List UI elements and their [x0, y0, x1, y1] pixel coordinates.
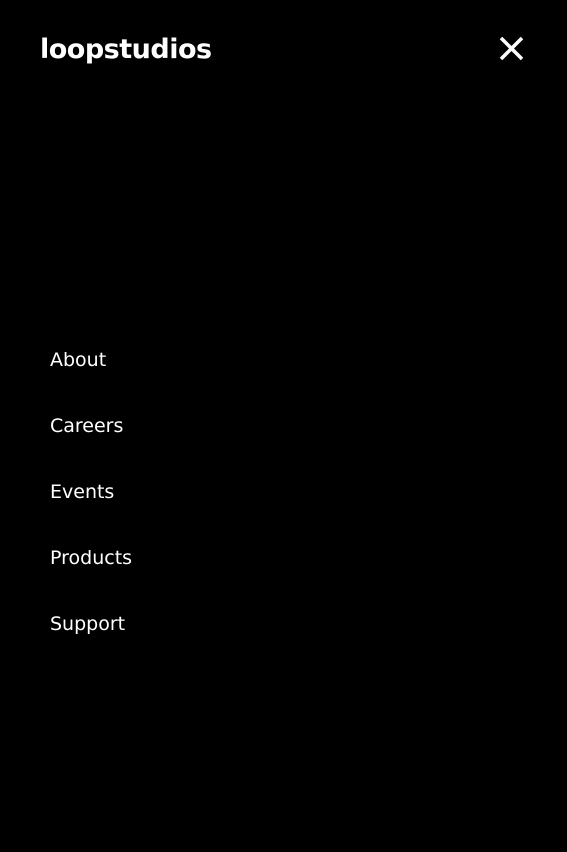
- menu-item-careers[interactable]: Careers: [50, 410, 132, 442]
- menu-item-about[interactable]: About: [50, 344, 132, 376]
- close-icon: [496, 33, 528, 65]
- menu-item-products[interactable]: Products: [50, 542, 132, 574]
- close-menu-button[interactable]: [496, 33, 528, 65]
- site-logo[interactable]: loopstudios: [40, 34, 212, 66]
- menu-item-events[interactable]: Events: [50, 476, 132, 508]
- mobile-nav-menu: About Careers Events Products Support: [50, 344, 132, 674]
- mobile-menu-header: loopstudios: [0, 0, 567, 100]
- menu-item-support[interactable]: Support: [50, 608, 132, 640]
